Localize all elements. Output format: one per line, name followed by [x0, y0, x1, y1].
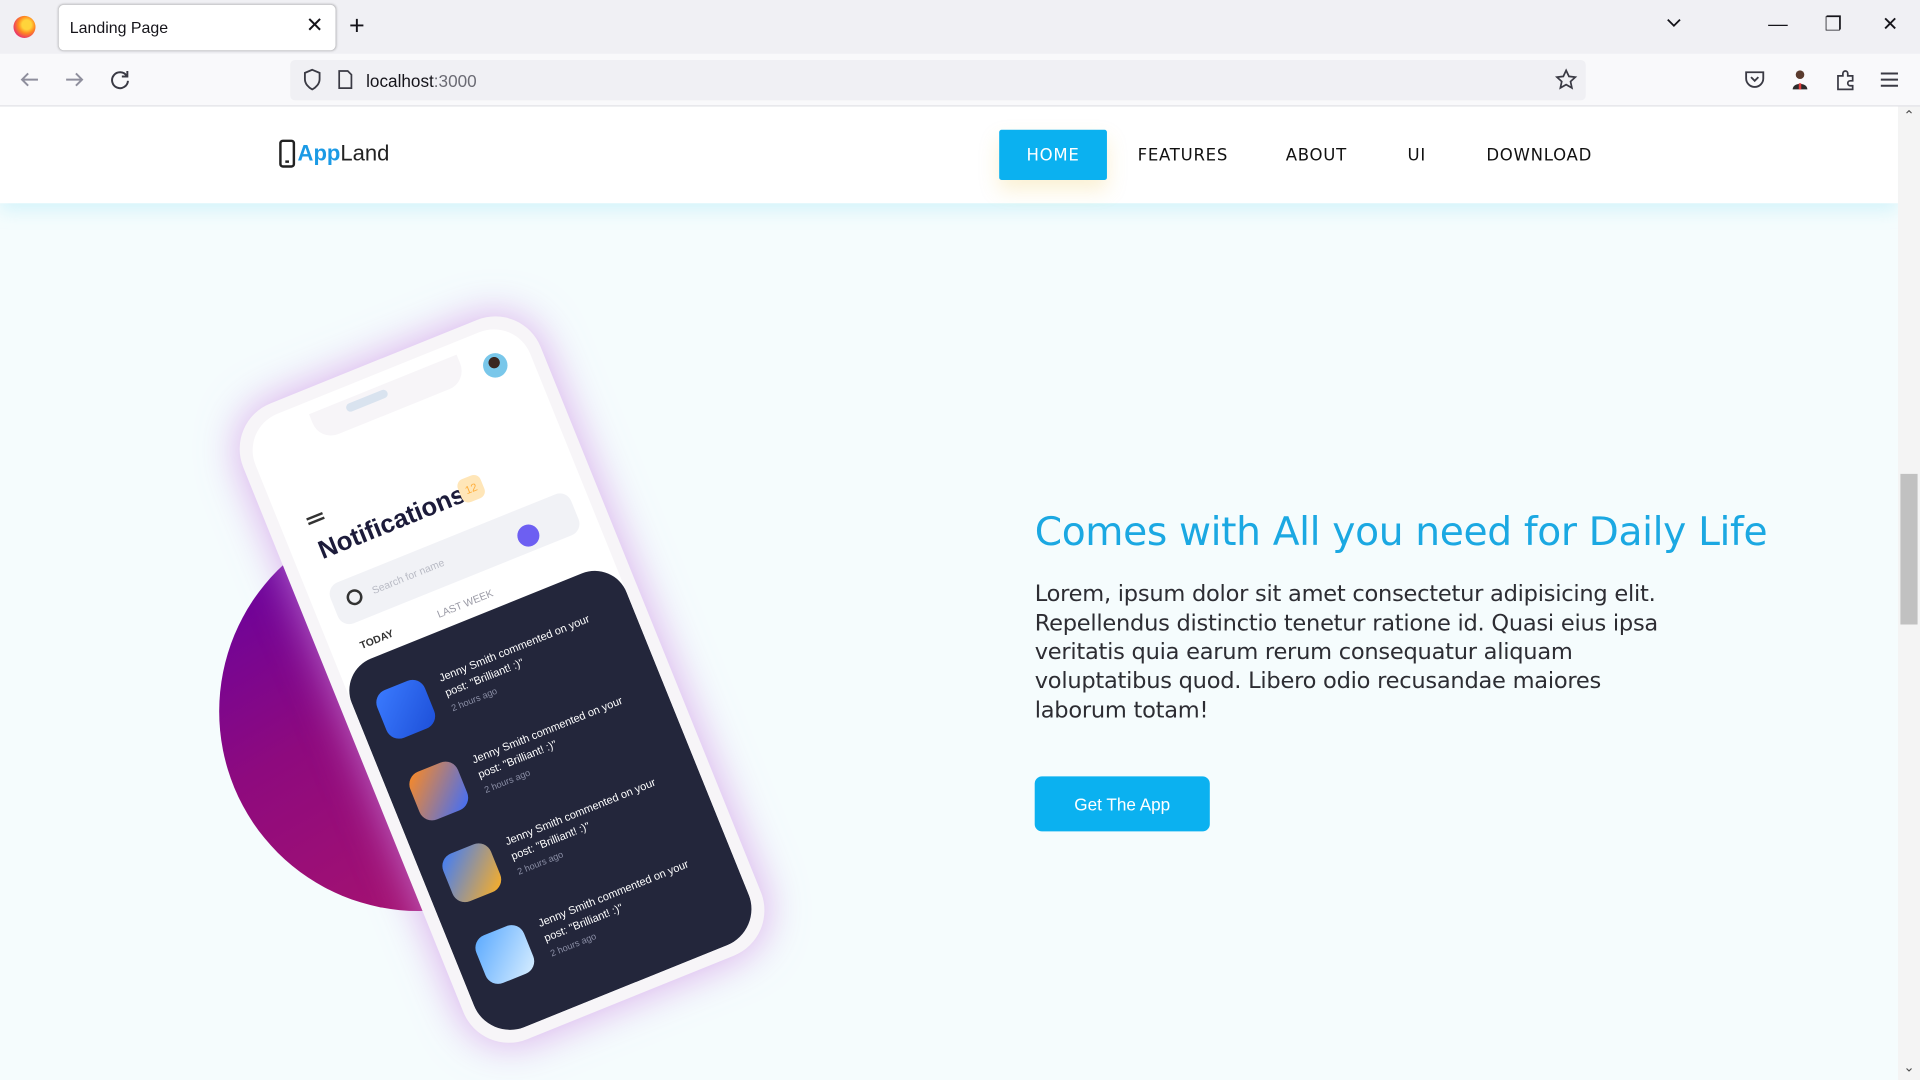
forward-icon[interactable]: [61, 66, 88, 93]
phone-icon: [279, 138, 296, 168]
restore-button[interactable]: ❐: [1825, 12, 1843, 39]
list-item-text: Jenny Smith commented on your post: "Bri…: [437, 612, 592, 699]
site-header: App Land HOME FEATURES ABOUT UI DOWNLOAD: [0, 106, 1898, 204]
profile-avatar[interactable]: [1788, 67, 1812, 91]
url-bar[interactable]: localhost:3000: [290, 60, 1586, 101]
logo-app-text: App: [297, 140, 341, 165]
logo-land-text: Land: [340, 140, 390, 165]
nav-about[interactable]: ABOUT: [1273, 130, 1359, 180]
app-icon: [438, 839, 506, 907]
browser-window: Landing Page ✕ + — ❐ ✕ localhost:3000 Ap…: [0, 0, 1920, 1080]
logo[interactable]: App Land: [279, 136, 389, 170]
extensions-icon[interactable]: [1833, 67, 1857, 91]
browser-tab[interactable]: Landing Page ✕: [58, 4, 336, 51]
back-icon[interactable]: [16, 66, 43, 93]
page-viewport: App Land HOME FEATURES ABOUT UI DOWNLOAD…: [0, 106, 1898, 1080]
scroll-up-icon[interactable]: ⌃: [1902, 109, 1917, 124]
page-icon: [338, 70, 353, 90]
page-scrollbar[interactable]: ⌃ ⌄: [1897, 106, 1920, 1080]
scroll-down-icon[interactable]: ⌄: [1902, 1060, 1917, 1075]
new-tab-button[interactable]: +: [349, 10, 365, 40]
notification-list: Jenny Smith commented on your post: "Bri…: [338, 560, 764, 1042]
phone-tab-today: TODAY: [357, 626, 396, 652]
nav-ui[interactable]: UI: [1396, 130, 1438, 180]
chevron-down-icon[interactable]: [1665, 15, 1682, 32]
app-icon: [405, 757, 473, 825]
navigation-toolbar: localhost:3000: [0, 53, 1920, 107]
reload-icon[interactable]: [107, 66, 134, 93]
url-port: :3000: [433, 71, 477, 91]
hero-headline: Comes with All you need for Daily Life: [1034, 508, 1768, 555]
tab-bar: Landing Page ✕ + — ❐ ✕: [0, 0, 1920, 54]
minimize-button[interactable]: —: [1768, 12, 1788, 39]
app-icon: [372, 675, 440, 743]
phone-notch: [308, 354, 468, 442]
firefox-icon: [13, 15, 36, 38]
url-text[interactable]: localhost:3000: [366, 71, 477, 91]
get-the-app-button[interactable]: Get The App: [1034, 776, 1210, 832]
tab-title: Landing Page: [69, 18, 169, 37]
close-window-button[interactable]: ✕: [1882, 12, 1898, 39]
avatar: [479, 349, 512, 382]
nav-download[interactable]: DOWNLOAD: [1477, 130, 1602, 180]
nav-home[interactable]: HOME: [999, 129, 1107, 181]
hamburger-menu-icon[interactable]: [1877, 67, 1901, 91]
app-icon: [471, 921, 539, 988]
search-icon: [344, 586, 365, 608]
nav-features[interactable]: FEATURES: [1129, 130, 1237, 180]
scrollbar-thumb[interactable]: [1900, 473, 1918, 625]
hero-paragraph: Lorem, ipsum dolor sit amet consectetur …: [1034, 581, 1659, 724]
close-tab-icon[interactable]: ✕: [306, 13, 323, 37]
menu-icon: [306, 511, 325, 526]
pocket-icon[interactable]: [1742, 67, 1766, 91]
phone-search-placeholder: Search for name: [370, 556, 446, 597]
bookmark-star-icon[interactable]: [1554, 67, 1578, 91]
shield-icon[interactable]: [300, 67, 324, 91]
url-host: localhost: [366, 71, 434, 91]
